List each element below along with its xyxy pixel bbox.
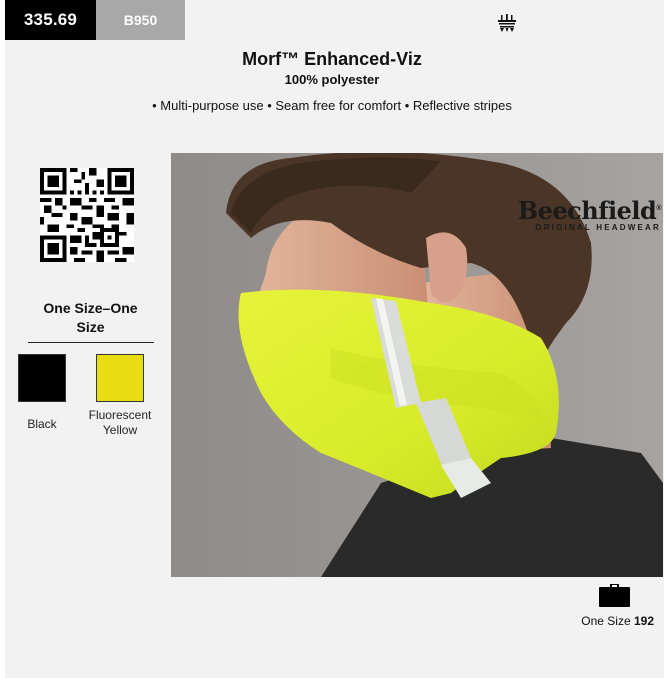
crown-logo-icon — [498, 14, 516, 32]
brand-name: Beechfield — [517, 196, 657, 225]
product-title: Morf™ Enhanced-Viz — [242, 49, 422, 69]
qr-code-icon — [40, 168, 134, 262]
size-count-label: One Size — [581, 614, 631, 628]
size-count-number: 192 — [633, 614, 654, 628]
brand-logo: Beechfield® ORIGINAL HEADWEAR — [517, 196, 662, 233]
product-code-badge: 335.69 — [5, 0, 96, 40]
brand-tagline: ORIGINAL HEADWEAR — [535, 223, 661, 232]
color-label-fluorescent-yellow: Fluorescent Yellow — [88, 408, 152, 437]
product-features: • Multi-purpose use • Seam free for comf… — [152, 98, 512, 113]
color-label-black: Black — [27, 417, 57, 431]
registered-mark: ® — [656, 205, 661, 212]
product-photo: Beechfield® ORIGINAL HEADWEAR — [171, 153, 663, 577]
size-count: One Size 192 — [540, 614, 654, 628]
color-swatch-black[interactable] — [18, 354, 66, 402]
color-swatch-fluorescent-yellow[interactable] — [96, 354, 144, 402]
sku-badge: B950 — [96, 0, 185, 40]
divider — [28, 342, 154, 343]
size-range-title: One Size–One Size — [43, 300, 138, 335]
product-material: 100% polyester — [284, 72, 380, 87]
bag-icon — [599, 584, 630, 607]
